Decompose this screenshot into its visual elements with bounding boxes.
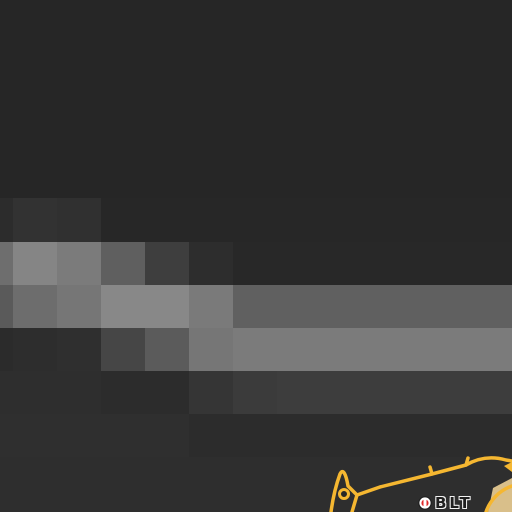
- pixelated-terrain: [0, 198, 512, 512]
- operator-logo: BLT: [418, 493, 494, 512]
- map-tile[interactable]: [0, 0, 512, 512]
- operator-logo-text: BLT: [435, 493, 473, 512]
- route-stop[interactable]: [338, 488, 350, 500]
- operator-logo-icon: [418, 495, 432, 510]
